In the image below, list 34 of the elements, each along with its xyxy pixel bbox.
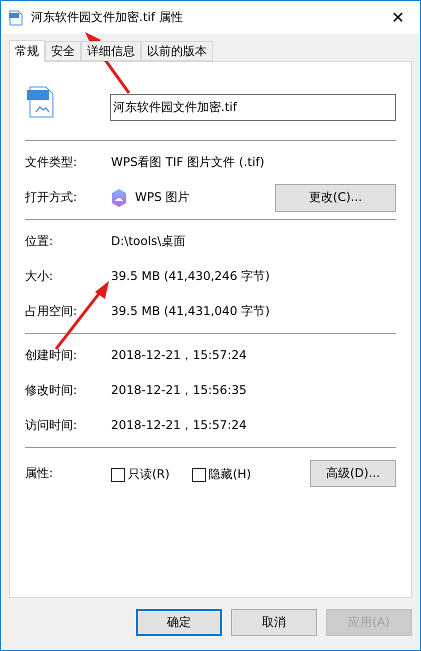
image-file-icon xyxy=(26,86,56,118)
field-value: D:\tools\桌面 xyxy=(111,233,186,250)
dialog-button[interactable]: 确定 xyxy=(136,609,222,636)
field-value: 2018-12-21，15:57:24 xyxy=(111,417,247,434)
field-value: WPS看图 TIF 图片文件 (.tif) xyxy=(111,154,264,171)
field-label: 占用空间: xyxy=(25,303,78,320)
field-label: 打开方式: xyxy=(25,189,78,206)
tab[interactable]: 常规 xyxy=(9,40,45,62)
field-value: 39.5 MB (41,431,040 字节) xyxy=(111,303,270,320)
field-value: 39.5 MB (41,430,246 字节) xyxy=(111,268,270,285)
advanced-button[interactable]: 高级(D)... xyxy=(310,460,396,487)
field-label: 大小: xyxy=(25,268,54,285)
field-label: 访问时间: xyxy=(25,417,78,434)
field-label: 文件类型: xyxy=(25,154,78,171)
field-value: 2018-12-21，15:56:35 xyxy=(111,382,247,399)
field-value: 2018-12-21，15:57:24 xyxy=(111,347,247,364)
change-button[interactable]: 更改(C)... xyxy=(275,184,396,212)
field-value: WPS 图片 xyxy=(135,189,190,206)
field-label: 创建时间: xyxy=(25,347,78,364)
field-label: 位置: xyxy=(25,233,54,250)
file-icon xyxy=(9,10,23,26)
field-label: 属性: xyxy=(25,465,54,482)
tab[interactable]: 安全 xyxy=(45,41,81,61)
checkbox-label: 隐藏(H) xyxy=(208,466,252,483)
app-icon xyxy=(111,188,127,208)
checkbox-label: 只读(R) xyxy=(128,466,170,483)
checkbox[interactable] xyxy=(111,468,125,482)
dialog-button[interactable]: 取消 xyxy=(231,609,317,636)
tab[interactable]: 详细信息 xyxy=(81,41,141,61)
tab[interactable]: 以前的版本 xyxy=(141,41,213,61)
file-name-field[interactable]: 河东软件园文件加密.tif xyxy=(110,94,396,120)
field-label: 修改时间: xyxy=(25,382,78,399)
checkbox[interactable] xyxy=(192,468,206,482)
window-title: 河东软件园文件加密.tif 属性 xyxy=(31,9,184,26)
